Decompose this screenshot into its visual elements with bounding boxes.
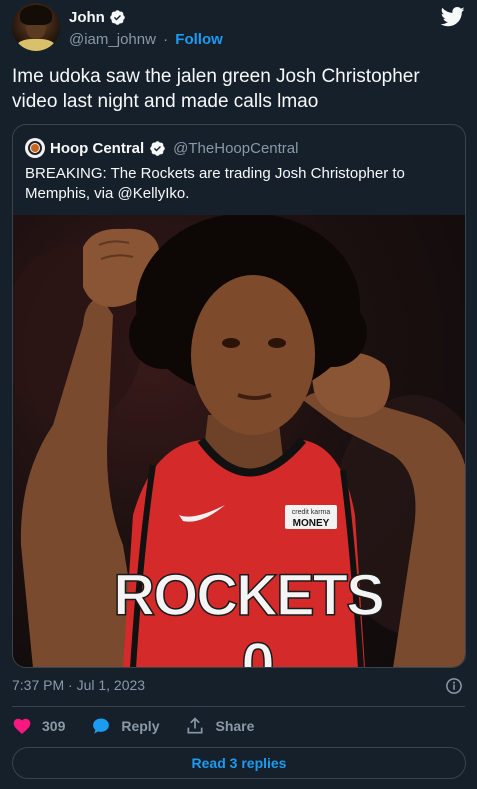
info-icon[interactable] bbox=[445, 677, 463, 695]
tweet-text: Ime udoka saw the jalen green Josh Chris… bbox=[12, 66, 420, 112]
quoted-avatar bbox=[25, 138, 45, 158]
verified-badge-icon bbox=[150, 140, 165, 156]
quoted-author-name: Hoop Central bbox=[50, 139, 145, 157]
tweet-header: John @iam_johnw · Follow bbox=[12, 3, 465, 55]
reply-bubble-icon bbox=[93, 718, 110, 734]
share-button[interactable]: Share bbox=[185, 716, 254, 736]
follow-button[interactable]: Follow bbox=[175, 31, 223, 48]
share-icon bbox=[187, 717, 203, 734]
author-handle[interactable]: @iam_johnw bbox=[69, 31, 156, 48]
reply-button[interactable]: Reply bbox=[91, 716, 159, 736]
quoted-tweet[interactable]: Hoop Central @TheHoopCentral BREAKING: T… bbox=[12, 124, 466, 668]
like-count: 309 bbox=[42, 718, 66, 734]
author-avatar[interactable] bbox=[12, 3, 60, 51]
share-label: Share bbox=[215, 718, 255, 734]
jersey-patch-top: credit karma bbox=[292, 509, 331, 516]
reply-label: Reply bbox=[121, 718, 160, 734]
heart-icon bbox=[13, 718, 31, 734]
jersey-patch-bottom: MONEY bbox=[293, 518, 330, 529]
jersey-number: 0 bbox=[241, 631, 274, 668]
quoted-author-handle: @TheHoopCentral bbox=[173, 139, 299, 157]
action-bar: 309 Reply Share bbox=[12, 716, 280, 736]
player-illustration: credit karma MONEY ROCKETS 0 bbox=[13, 215, 465, 668]
divider bbox=[12, 706, 465, 707]
author-name[interactable]: John bbox=[69, 9, 105, 26]
jersey-text: ROCKETS bbox=[113, 563, 383, 628]
quoted-tweet-text: BREAKING: The Rockets are trading Josh C… bbox=[25, 165, 405, 202]
twitter-bird-icon[interactable] bbox=[441, 7, 465, 27]
separator-dot: · bbox=[163, 31, 169, 48]
verified-badge-icon bbox=[110, 10, 125, 25]
read-replies-button[interactable]: Read 3 replies bbox=[12, 747, 466, 779]
quoted-photo[interactable]: credit karma MONEY ROCKETS 0 bbox=[13, 215, 465, 668]
tweet-timestamp[interactable]: 7:37 PM · Jul 1, 2023 bbox=[12, 677, 145, 693]
author-info: John @iam_johnw · Follow bbox=[69, 9, 223, 48]
like-button[interactable]: 309 bbox=[12, 716, 65, 736]
